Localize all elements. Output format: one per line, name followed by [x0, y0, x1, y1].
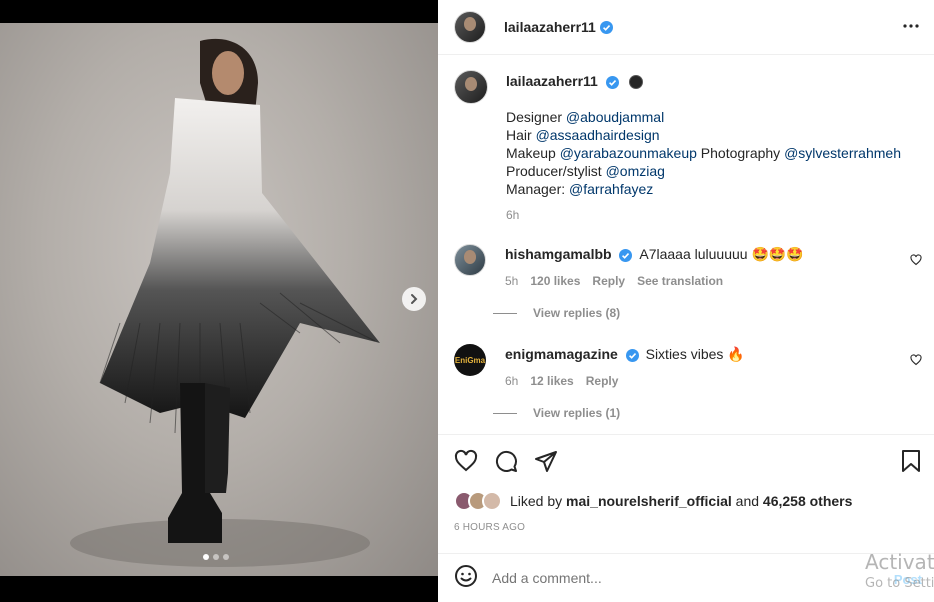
comment-text: Sixties vibes 🔥	[645, 346, 745, 362]
caption-line: Manager: @farrahfayez	[506, 180, 926, 198]
chevron-right-icon	[411, 294, 418, 304]
like-button[interactable]	[454, 449, 478, 478]
comment-time: 6h	[505, 374, 519, 388]
comment-meta: 6h 12 likes Reply	[505, 372, 905, 390]
comment-meta: 5h 120 likes Reply See translation	[505, 272, 905, 290]
caption-time: 6h	[506, 208, 520, 222]
caption-body: lailaazaherr11 Designer @aboudjammal Hai…	[506, 72, 926, 224]
caption-line: Hair @assaadhairdesign	[506, 126, 926, 144]
verified-badge-icon	[625, 348, 639, 362]
author-avatar[interactable]	[454, 11, 486, 43]
author-username[interactable]: lailaazaherr11	[504, 19, 596, 35]
commenter-avatar[interactable]: EniGma	[454, 344, 486, 376]
verified-badge-icon	[605, 75, 619, 89]
post-side-panel: lailaazaherr11 lailaazaherr11 Designer @…	[438, 0, 934, 602]
action-buttons	[454, 449, 558, 478]
comment-bubble-icon	[495, 450, 517, 472]
likes-count[interactable]: 46,258 others	[763, 493, 853, 509]
comment-body: hishamgamalbb A7laaaa luluuuuu 🤩🤩🤩 5h 12…	[505, 245, 905, 290]
heart-icon	[454, 449, 478, 472]
emoji-button[interactable]	[454, 564, 478, 593]
likes-prefix: Liked by	[510, 493, 567, 509]
caption-label: Producer/stylist	[506, 163, 606, 179]
carousel-indicator	[203, 554, 229, 560]
view-replies-button[interactable]: View replies (8)	[493, 306, 620, 320]
black-circle-emoji-icon	[628, 75, 643, 90]
mention-link[interactable]: @aboudjammal	[566, 109, 664, 125]
comment-likes[interactable]: 120 likes	[530, 272, 580, 290]
see-translation-button[interactable]: See translation	[637, 272, 723, 290]
view-replies-label: View replies (1)	[533, 406, 621, 420]
more-horizontal-icon	[903, 24, 919, 28]
caption-label: Photography	[696, 145, 785, 161]
carousel-dot	[203, 554, 209, 560]
next-slide-button[interactable]	[402, 287, 426, 311]
mention-link[interactable]: @sylvesterrahmeh	[784, 145, 901, 161]
media-pane	[0, 0, 438, 602]
caption-label: Hair	[506, 127, 536, 143]
caption-label: Makeup	[506, 145, 560, 161]
save-button[interactable]	[900, 449, 922, 478]
mention-link[interactable]: @assaadhairdesign	[536, 127, 660, 143]
instagram-post-modal: lailaazaherr11 lailaazaherr11 Designer @…	[0, 0, 934, 602]
mention-link[interactable]: @omziag	[606, 163, 665, 179]
heart-icon	[910, 254, 922, 266]
comment-input[interactable]	[492, 570, 822, 586]
mention-link[interactable]: @yarabazounmakeup	[560, 145, 697, 161]
more-options-button[interactable]	[902, 17, 920, 40]
avatar-logo-text: EniGma	[454, 355, 486, 365]
like-comment-button[interactable]	[910, 253, 922, 271]
comment-time: 5h	[505, 274, 519, 288]
view-replies-button[interactable]: View replies (1)	[493, 406, 620, 420]
liker-username[interactable]: mai_nourelsherif_official	[566, 493, 732, 509]
reply-button[interactable]: Reply	[592, 272, 625, 290]
verified-badge-icon	[599, 20, 613, 34]
mention-link[interactable]: @farrahfayez	[569, 181, 653, 197]
post-actions: Liked by mai_nourelsherif_official and 4…	[438, 434, 934, 554]
post-header: lailaazaherr11	[438, 0, 934, 55]
caption-line: Makeup @yarabazounmakeup Photography @sy…	[506, 144, 926, 162]
replies-divider	[493, 412, 517, 414]
caption-text: Designer @aboudjammal Hair @assaadhairde…	[506, 108, 926, 198]
comment-likes[interactable]: 12 likes	[530, 372, 573, 390]
liker-avatar	[482, 491, 502, 511]
caption-line: Designer @aboudjammal	[506, 108, 926, 126]
carousel-dot	[213, 554, 219, 560]
caption-line: Producer/stylist @omziag	[506, 162, 926, 180]
comment-button[interactable]	[494, 449, 518, 478]
commenter-avatar[interactable]	[454, 244, 486, 276]
verified-badge-icon	[619, 248, 633, 262]
send-icon	[535, 451, 557, 472]
activate-windows-watermark: Activate Go to Setti	[865, 551, 934, 595]
caption-username[interactable]: lailaazaherr11	[506, 73, 598, 89]
commenter-username[interactable]: enigmamagazine	[505, 346, 618, 362]
reply-button[interactable]: Reply	[586, 372, 619, 390]
watermark-line: Activate	[865, 550, 934, 574]
replies-divider	[493, 312, 517, 314]
add-comment-bar: Post	[438, 553, 934, 602]
photo-illustration	[70, 38, 380, 567]
comment-text: A7laaaa luluuuuu 🤩🤩🤩	[639, 246, 804, 262]
caption-label: Manager:	[506, 181, 570, 197]
caption-label: Designer	[506, 109, 566, 125]
commenter-username[interactable]: hishamgamalbb	[505, 246, 612, 262]
likes-middle: and	[731, 493, 763, 509]
view-replies-label: View replies (8)	[533, 306, 621, 320]
comment-body: enigmamagazine Sixties vibes 🔥 6h 12 lik…	[505, 345, 905, 390]
likes-summary: Liked by mai_nourelsherif_official and 4…	[454, 491, 852, 511]
like-comment-button[interactable]	[910, 353, 922, 371]
likes-text: Liked by mai_nourelsherif_official and 4…	[510, 493, 852, 509]
caption-avatar[interactable]	[454, 70, 488, 104]
post-timestamp: 6 HOURS AGO	[454, 522, 526, 533]
share-button[interactable]	[534, 449, 558, 478]
heart-icon	[910, 354, 922, 366]
watermark-line: Go to Setti	[865, 576, 934, 591]
smiley-icon	[455, 564, 477, 587]
post-photo[interactable]	[0, 23, 438, 576]
bookmark-icon	[902, 450, 920, 472]
carousel-dot	[223, 554, 229, 560]
